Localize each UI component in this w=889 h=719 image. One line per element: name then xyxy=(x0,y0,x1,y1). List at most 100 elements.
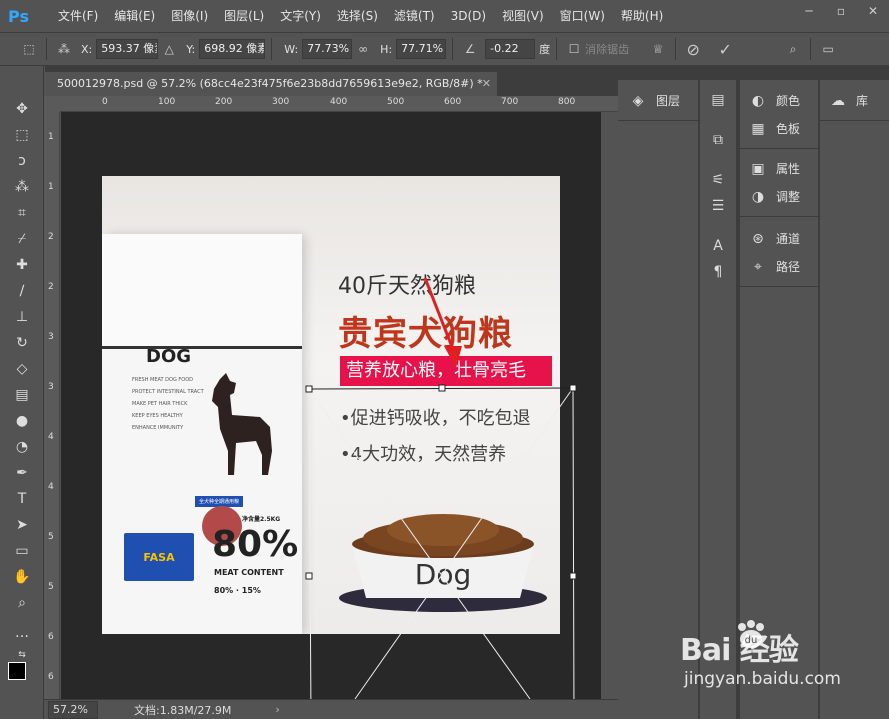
panel-swatches-button[interactable]: ▦ 色板 xyxy=(748,120,800,137)
vertical-scrollbar[interactable] xyxy=(601,112,618,699)
antialias-checkbox[interactable]: ☐ xyxy=(563,39,585,59)
restore-icon[interactable]: ▫ xyxy=(825,0,857,22)
ruler-tick: 200 xyxy=(215,97,233,107)
vertical-ruler[interactable]: 1 1 2 2 3 3 4 4 5 5 6 6 xyxy=(44,112,60,699)
canvas-image[interactable]: DOG FRESH MEAT DOG FOOD PROTECT INTESTIN… xyxy=(102,176,560,634)
document-info[interactable]: 文档:1.83M/27.9M xyxy=(134,702,231,718)
menu-layer[interactable]: 图层(L) xyxy=(216,0,272,32)
layers-panel-column: ◈ 图层 xyxy=(618,80,698,719)
divider xyxy=(452,38,454,60)
panel-paths-button[interactable]: ⌖ 路径 xyxy=(748,258,800,275)
close-icon[interactable]: ✕ xyxy=(857,0,889,22)
h-input[interactable]: 77.71% xyxy=(396,39,447,59)
divider xyxy=(740,148,818,149)
tool-presets-icon[interactable]: ☰ xyxy=(708,198,736,214)
crop-tool-icon[interactable]: ⌗ xyxy=(10,202,34,224)
panel-paths-label: 路径 xyxy=(776,260,801,274)
workspace-icon[interactable]: ▭ xyxy=(817,39,839,59)
panel-libraries-button[interactable]: ☁ 库 xyxy=(828,92,868,109)
glyphs-panel-icon[interactable]: ⧉ xyxy=(708,132,736,148)
bullet-2: •4大功效，天然营养 xyxy=(340,444,507,465)
menu-type[interactable]: 文字(Y) xyxy=(272,0,329,32)
zoom-tool-icon[interactable]: ⌕ xyxy=(10,592,34,614)
history-brush-tool-icon[interactable]: ↻ xyxy=(10,332,34,354)
menu-image[interactable]: 图像(I) xyxy=(163,0,216,32)
tools-panel-column: ▤ ⧉ ⚟ ☰ A ¶ xyxy=(700,80,736,719)
panel-adjustments-button[interactable]: ◑ 调整 xyxy=(748,188,800,205)
ruler-tick: 3 xyxy=(48,332,54,342)
lasso-tool-icon[interactable]: ↄ xyxy=(10,150,34,172)
divider xyxy=(810,38,812,60)
bowl-text: Dog xyxy=(415,558,471,591)
angle-unit: 度 xyxy=(539,43,551,56)
close-icon[interactable]: ✕ xyxy=(482,72,491,96)
menu-3d[interactable]: 3D(D) xyxy=(443,0,494,32)
character-panel-icon[interactable]: A xyxy=(708,238,736,254)
magic-wand-tool-icon[interactable]: ⁂ xyxy=(10,176,34,198)
menu-edit[interactable]: 编辑(E) xyxy=(106,0,163,32)
paragraph-panel-icon[interactable]: ¶ xyxy=(708,264,736,280)
menu-window[interactable]: 窗口(W) xyxy=(552,0,613,32)
x-field: X: 593.37 像素 xyxy=(81,39,159,59)
ruler-tick: 3 xyxy=(48,382,54,392)
angle-input[interactable]: -0.22 xyxy=(485,39,536,59)
move-tool-icon[interactable]: ✥ xyxy=(10,98,34,120)
panel-channels-button[interactable]: ⊛ 通道 xyxy=(748,230,800,247)
minimize-icon[interactable]: ─ xyxy=(793,0,825,22)
ruler-tick: 300 xyxy=(272,97,290,107)
menu-help[interactable]: 帮助(H) xyxy=(613,0,671,32)
path-selection-tool-icon[interactable]: ➤ xyxy=(10,514,34,536)
eyedropper-tool-icon[interactable]: ⌿ xyxy=(10,228,34,250)
ruler-tick: 1 xyxy=(48,182,54,192)
x-input[interactable]: 593.37 像素 xyxy=(96,39,159,59)
bag-line: ENHANCE IMMUNITY xyxy=(132,425,184,431)
reference-point-icon[interactable]: ⁂ xyxy=(53,39,75,59)
document-tab-bar: 500012978.psd @ 57.2% (68cc4e23f475f6e23… xyxy=(45,66,618,96)
cancel-transform-icon[interactable]: ⊘ xyxy=(682,39,704,59)
move-tool-preset-icon[interactable]: ⬚ xyxy=(18,39,40,59)
blur-tool-icon[interactable]: ● xyxy=(10,410,34,432)
search-icon[interactable]: ⌕ xyxy=(782,39,804,59)
pen-tool-icon[interactable]: ✒ xyxy=(10,462,34,484)
ruler-tick: 800 xyxy=(558,97,576,107)
shape-tool-icon[interactable]: ▭ xyxy=(10,540,34,562)
zoom-level-field[interactable]: 57.2% xyxy=(48,700,98,719)
divider xyxy=(556,38,558,60)
panel-color-button[interactable]: ◐ 颜色 xyxy=(748,92,800,109)
menu-view[interactable]: 视图(V) xyxy=(494,0,552,32)
w-input[interactable]: 77.73% xyxy=(302,39,353,59)
foreground-color-swatch[interactable] xyxy=(8,662,26,680)
document-tab[interactable]: 500012978.psd @ 57.2% (68cc4e23f475f6e23… xyxy=(45,72,497,96)
dodge-tool-icon[interactable]: ◔ xyxy=(10,436,34,458)
type-tool-icon[interactable]: T xyxy=(10,488,34,510)
clone-stamp-tool-icon[interactable]: ⊥ xyxy=(10,306,34,328)
gradient-tool-icon[interactable]: ▤ xyxy=(10,384,34,406)
bag-line: MAKE PET HAIR THICK xyxy=(132,401,188,407)
eraser-tool-icon[interactable]: ◇ xyxy=(10,358,34,380)
warp-icon[interactable]: ♕ xyxy=(647,39,669,59)
menu-file[interactable]: 文件(F) xyxy=(50,0,106,32)
panel-properties-button[interactable]: ▣ 属性 xyxy=(748,160,800,177)
link-icon[interactable]: ∞ xyxy=(352,39,374,59)
more-tools-icon[interactable]: … xyxy=(10,622,34,644)
panel-layers-label: 图层 xyxy=(656,94,681,108)
delta-icon[interactable]: △ xyxy=(158,39,180,59)
menubar: Ps 文件(F) 编辑(E) 图像(I) 图层(L) 文字(Y) 选择(S) 滤… xyxy=(0,0,889,32)
y-input[interactable]: 698.92 像素 xyxy=(199,39,266,59)
panel-layers-button[interactable]: ◈ 图层 xyxy=(628,92,680,109)
history-panel-icon[interactable]: ▤ xyxy=(708,92,736,108)
commit-transform-icon[interactable]: ✓ xyxy=(714,39,736,59)
hand-tool-icon[interactable]: ✋ xyxy=(10,566,34,588)
marquee-tool-icon[interactable]: ⬚ xyxy=(10,124,34,146)
divider xyxy=(618,120,698,121)
brush-tool-icon[interactable]: ∕ xyxy=(10,280,34,302)
healing-brush-tool-icon[interactable]: ✚ xyxy=(10,254,34,276)
menu-select[interactable]: 选择(S) xyxy=(329,0,386,32)
headline-band: 营养放心粮，壮骨亮毛 xyxy=(340,356,552,386)
brush-settings-icon[interactable]: ⚟ xyxy=(708,172,736,188)
options-bar: ⬚ ⁂ X: 593.37 像素 △ Y: 698.92 像素 W: 77.73… xyxy=(0,32,889,66)
chevron-right-icon[interactable]: › xyxy=(275,703,279,716)
ruler-tick: 100 xyxy=(158,97,176,107)
horizontal-ruler[interactable]: 0 100 200 300 400 500 600 700 800 xyxy=(60,96,618,112)
menu-filter[interactable]: 滤镜(T) xyxy=(386,0,443,32)
